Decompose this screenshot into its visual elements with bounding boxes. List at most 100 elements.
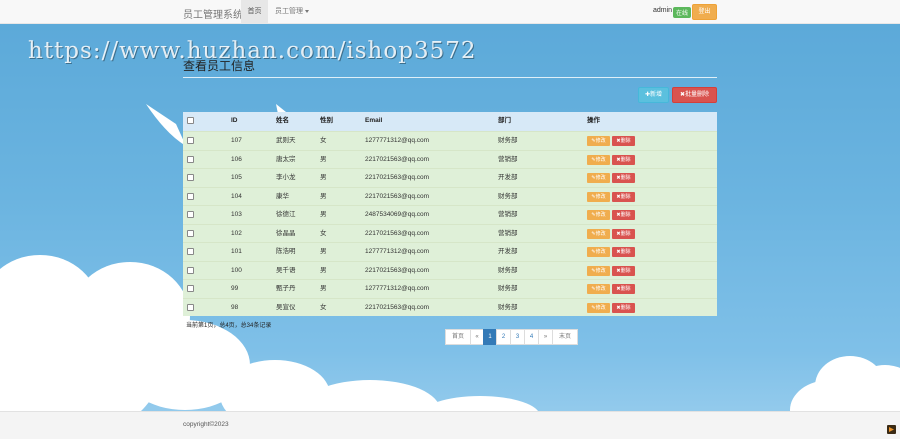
- cell-gender: 男: [320, 266, 327, 274]
- page-2[interactable]: 2: [496, 329, 511, 345]
- cell-gender: 男: [320, 174, 327, 181]
- page-last[interactable]: 末页: [552, 329, 578, 345]
- page-prev[interactable]: «: [470, 329, 484, 345]
- add-label: 新增: [650, 92, 663, 98]
- edit-button[interactable]: ✎修改: [587, 265, 610, 276]
- copyright-text: copyright©2023: [183, 421, 229, 428]
- cell-email: 2217021563@qq.com: [365, 192, 430, 200]
- page-3[interactable]: 3: [510, 329, 525, 345]
- row-checkbox[interactable]: [187, 285, 194, 292]
- delete-button[interactable]: ✖删除: [612, 247, 635, 257]
- edit-button[interactable]: ✎修改: [587, 302, 610, 313]
- cell-gender: 男: [320, 285, 327, 292]
- cell-email: 2217021563@qq.com: [365, 174, 430, 181]
- table-row: 104 康华 男 2217021563@qq.com 财务部 ✎修改 ✖删除: [183, 186, 717, 205]
- batch-delete-button[interactable]: ✖批量删除: [672, 87, 717, 103]
- cell-id: 107: [231, 137, 242, 144]
- edit-button[interactable]: ✎修改: [587, 154, 610, 165]
- delete-button[interactable]: ✖删除: [612, 302, 635, 313]
- corner-logo-icon: [887, 425, 896, 434]
- delete-button[interactable]: ✖删除: [612, 228, 635, 239]
- header-dept: 部门: [498, 117, 511, 124]
- cell-dept: 财务部: [498, 266, 518, 274]
- cell-name: 吴千语: [276, 266, 296, 274]
- header-email: Email: [365, 117, 383, 124]
- edit-button[interactable]: ✎修改: [587, 247, 610, 257]
- cell-name: 吴宣仪: [276, 303, 296, 311]
- page-info: 当前第1页，总4页，总34条记录: [186, 323, 272, 329]
- edit-button[interactable]: ✎修改: [587, 284, 610, 294]
- delete-button[interactable]: ✖删除: [612, 154, 635, 165]
- nav-employee-menu[interactable]: 员工管理: [275, 0, 309, 24]
- table-row: 99 甄子丹 男 1277771312@qq.com 财务部 ✎修改 ✖删除: [183, 279, 717, 298]
- row-checkbox[interactable]: [187, 229, 194, 237]
- header-name: 姓名: [276, 117, 289, 124]
- title-divider: [183, 77, 717, 78]
- page-1[interactable]: 1: [483, 329, 497, 345]
- cell-dept: 营销部: [498, 229, 518, 237]
- delete-button[interactable]: ✖删除: [612, 210, 635, 220]
- row-checkbox[interactable]: [187, 211, 194, 218]
- edit-label: 修改: [595, 267, 606, 274]
- cell-id: 102: [231, 229, 242, 237]
- row-checkbox[interactable]: [187, 303, 194, 311]
- cell-dept: 财务部: [498, 137, 518, 144]
- logout-button[interactable]: 登出: [692, 4, 717, 20]
- delete-button[interactable]: ✖删除: [612, 265, 635, 276]
- delete-label: 删除: [620, 267, 631, 274]
- page-title: 查看员工信息: [183, 59, 256, 73]
- row-checkbox[interactable]: [187, 155, 194, 163]
- row-checkbox[interactable]: [187, 137, 194, 144]
- delete-button[interactable]: ✖删除: [612, 173, 635, 183]
- delete-label: 删除: [620, 249, 631, 255]
- page-next[interactable]: »: [538, 329, 553, 345]
- header-id: ID: [231, 117, 238, 124]
- select-all-checkbox[interactable]: [187, 117, 194, 124]
- edit-button[interactable]: ✎修改: [587, 210, 610, 220]
- cell-dept: 营销部: [498, 155, 518, 163]
- cell-email: 1277771312@qq.com: [365, 137, 430, 144]
- table-row: 101 陈浩明 男 1277771312@qq.com 开发部 ✎修改 ✖删除: [183, 242, 717, 261]
- app-brand[interactable]: 员工管理系统: [183, 6, 243, 21]
- nav-home[interactable]: 首页: [241, 0, 268, 24]
- page-first[interactable]: 首页: [445, 329, 471, 345]
- row-checkbox[interactable]: [187, 192, 194, 200]
- top-navbar: 员工管理系统 首页 员工管理 admin 在线 登出: [0, 0, 900, 24]
- delete-label: 删除: [620, 156, 631, 163]
- delete-label: 删除: [620, 212, 631, 218]
- cell-id: 99: [231, 285, 239, 292]
- row-checkbox[interactable]: [187, 174, 194, 181]
- status-badge: 在线: [673, 7, 692, 18]
- edit-button[interactable]: ✎修改: [587, 136, 610, 146]
- chevron-down-icon: [305, 9, 309, 13]
- cell-name: 唐太宗: [276, 155, 296, 163]
- edit-button[interactable]: ✎修改: [587, 228, 610, 239]
- cell-gender: 女: [320, 229, 327, 237]
- delete-button[interactable]: ✖删除: [612, 136, 635, 146]
- delete-label: 删除: [620, 304, 631, 311]
- edit-label: 修改: [595, 156, 606, 163]
- add-employee-button[interactable]: ✚新增: [638, 87, 669, 103]
- row-checkbox[interactable]: [187, 248, 194, 255]
- cell-dept: 营销部: [498, 211, 518, 218]
- edit-label: 修改: [595, 304, 606, 311]
- edit-label: 修改: [595, 212, 606, 218]
- edit-button[interactable]: ✎修改: [587, 173, 610, 183]
- delete-button[interactable]: ✖删除: [612, 191, 635, 202]
- cell-email: 2217021563@qq.com: [365, 155, 430, 163]
- edit-button[interactable]: ✎修改: [587, 191, 610, 202]
- cell-dept: 开发部: [498, 248, 518, 255]
- cell-id: 105: [231, 174, 242, 181]
- edit-label: 修改: [595, 193, 606, 200]
- header-actions: 操作: [587, 117, 600, 124]
- cell-gender: 男: [320, 155, 327, 163]
- table-body: 107 武则天女 1277771312@qq.com 财务部 ✎修改 ✖删除 106 唐太宗男…: [183, 131, 717, 316]
- cell-name: 武则天: [276, 137, 296, 144]
- table-row: 107 武则天 女 1277771312@qq.com 财务部 ✎修改 ✖删除: [183, 131, 717, 150]
- delete-button[interactable]: ✖删除: [612, 284, 635, 294]
- page-4[interactable]: 4: [524, 329, 539, 345]
- pagination: 首页 « 1 2 3 4 » 末页: [445, 329, 578, 345]
- cell-name: 徐晶晶: [276, 229, 296, 237]
- cell-id: 106: [231, 155, 242, 163]
- row-checkbox[interactable]: [187, 266, 194, 274]
